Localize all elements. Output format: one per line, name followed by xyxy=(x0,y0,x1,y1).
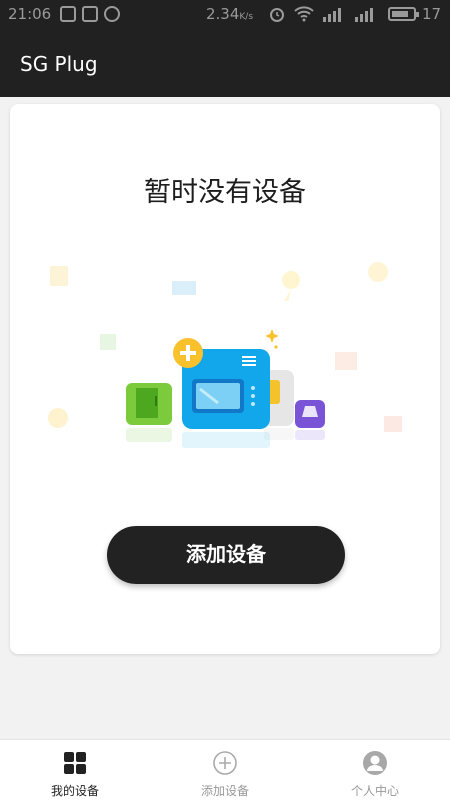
nav-label-add-device: 添加设备 xyxy=(200,784,249,798)
status-bar: 21:06 2.34K/s 17 xyxy=(0,0,450,28)
app-title: SG Plug xyxy=(20,52,98,76)
nav-label-my-devices: 我的设备 xyxy=(50,784,99,798)
deco-shape xyxy=(172,281,196,295)
system-icons xyxy=(268,5,378,23)
network-speed: 2.34K/s xyxy=(206,5,253,23)
network-speed-value: 2.34 xyxy=(206,5,240,23)
notification-icon xyxy=(60,6,76,22)
deco-shape xyxy=(48,408,68,428)
nav-item-my-devices[interactable]: 我的设备 xyxy=(0,740,150,800)
app-bar: SG Plug xyxy=(0,28,450,97)
deco-shape xyxy=(368,262,388,282)
status-time: 21:06 xyxy=(8,5,52,23)
deco-bulb xyxy=(282,271,301,301)
nav-item-add-device[interactable]: 添加设备 xyxy=(150,740,300,800)
sparkle-icon xyxy=(265,329,279,343)
bottom-navigation: 我的设备 添加设备 个人中心 xyxy=(0,739,450,800)
grid-icon xyxy=(64,752,86,774)
notification-icons xyxy=(60,6,120,22)
deco-shape xyxy=(100,334,116,350)
alarm-icon xyxy=(270,8,284,22)
wifi-icon xyxy=(294,6,314,22)
deco-shape xyxy=(335,352,357,370)
empty-state-title: 暂时没有设备 xyxy=(144,177,306,208)
signal-icon-2 xyxy=(355,8,373,22)
user-icon xyxy=(363,751,387,775)
deco-shape xyxy=(384,416,402,432)
nav-item-profile[interactable]: 个人中心 xyxy=(300,740,450,800)
nav-label-profile: 个人中心 xyxy=(350,784,399,798)
battery-level: 17 xyxy=(422,5,442,23)
empty-state-card: 暂时没有设备 添加设备 xyxy=(10,104,440,654)
battery-icon xyxy=(388,7,419,21)
empty-devices-illustration xyxy=(48,262,402,448)
network-speed-unit: K/s xyxy=(239,12,254,22)
check-circle-icon xyxy=(104,6,120,22)
add-circle-icon xyxy=(213,751,237,775)
add-device-button[interactable]: 添加设备 xyxy=(107,526,345,584)
deco-shape xyxy=(50,266,68,286)
signal-icon xyxy=(323,8,341,22)
mail-icon xyxy=(82,6,98,22)
